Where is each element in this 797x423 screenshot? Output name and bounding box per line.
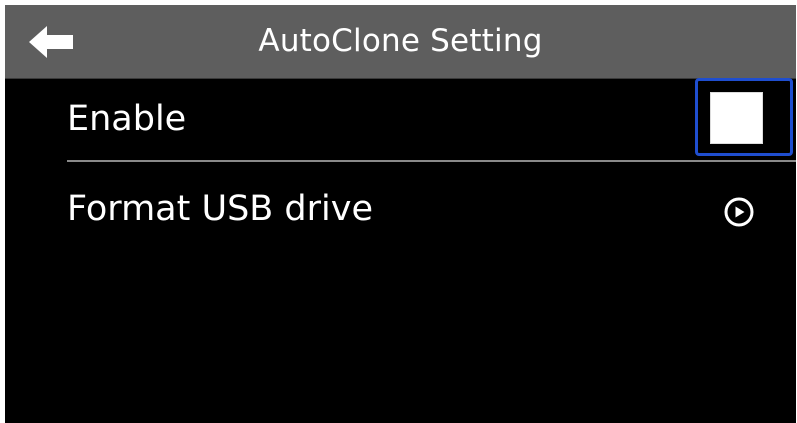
left-arrow-icon [29, 26, 73, 58]
enable-label: Enable [67, 99, 187, 139]
format-usb-drive-row[interactable]: Format USB drive [5, 167, 796, 255]
format-usb-drive-label: Format USB drive [67, 189, 374, 229]
row-divider [67, 160, 796, 162]
enable-checkbox-focus[interactable] [695, 78, 793, 156]
autoclone-setting-screen: AutoClone Setting Enable Format USB driv… [5, 5, 796, 423]
circle-play-arrow-icon [724, 197, 754, 227]
enable-checkbox[interactable] [710, 92, 763, 144]
back-button[interactable] [15, 14, 91, 68]
page-title: AutoClone Setting [258, 23, 543, 59]
header-bar: AutoClone Setting [5, 5, 796, 79]
enable-setting-row: Enable [5, 79, 796, 165]
